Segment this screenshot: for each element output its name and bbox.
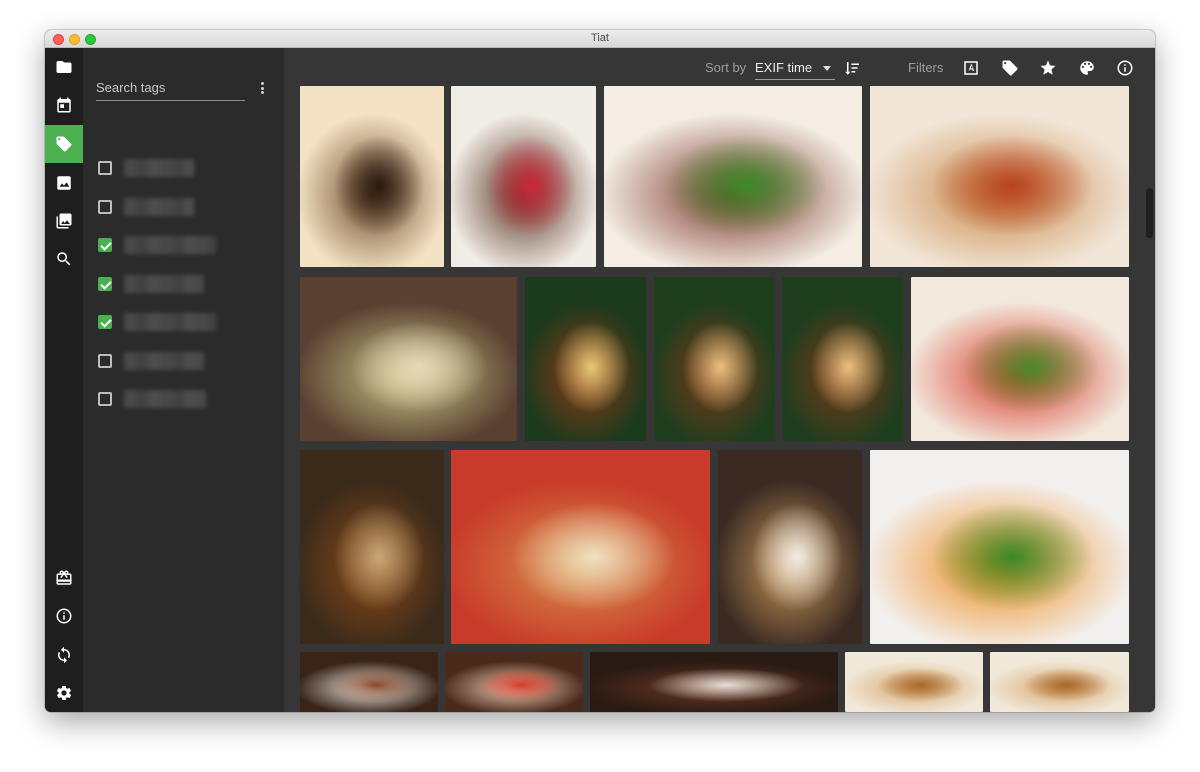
tag-checkbox[interactable] bbox=[98, 392, 112, 406]
tag-search bbox=[96, 77, 245, 101]
photo-thumbnail-salad-plate[interactable] bbox=[911, 277, 1129, 441]
tag-label-redacted bbox=[124, 313, 216, 331]
photo-thumbnail-pastry-2[interactable] bbox=[990, 652, 1129, 712]
photo-thumbnail-bread-tomato-sauce[interactable] bbox=[870, 86, 1129, 267]
photo-thumbnail-ice-cream-toast[interactable] bbox=[718, 450, 862, 644]
tag-checkbox[interactable] bbox=[98, 353, 112, 368]
nav-settings-button[interactable] bbox=[45, 674, 83, 712]
chevron-down-icon bbox=[823, 66, 831, 71]
photo-thumbnail-coffee-table[interactable] bbox=[590, 652, 838, 712]
nav-info-button[interactable] bbox=[45, 597, 83, 635]
photo-thumbnail-green-soup[interactable] bbox=[300, 277, 517, 441]
tag-row[interactable] bbox=[98, 154, 273, 182]
tag-label-redacted bbox=[124, 390, 206, 408]
photo-thumbnail-dessert-plate[interactable] bbox=[445, 652, 583, 712]
star-filter-button[interactable] bbox=[1038, 58, 1058, 78]
tag-filter-button[interactable] bbox=[1000, 58, 1020, 78]
star-filter-icon bbox=[1040, 60, 1056, 75]
photo-thumbnail-milk-glass[interactable] bbox=[300, 652, 438, 712]
tag-row[interactable] bbox=[98, 308, 273, 336]
photo-thumbnail-coffee-cup[interactable] bbox=[300, 86, 444, 267]
toolbar: Sort by EXIF time Filters bbox=[284, 48, 1155, 86]
sort-value: EXIF time bbox=[755, 60, 813, 75]
nav-calendar-button[interactable] bbox=[45, 86, 83, 124]
scrollbar-thumb[interactable] bbox=[1146, 188, 1153, 238]
text-filter-button[interactable] bbox=[961, 58, 981, 78]
tag-row[interactable] bbox=[98, 385, 273, 413]
tag-label-redacted bbox=[124, 197, 194, 216]
tag-checkbox-checked[interactable] bbox=[98, 315, 112, 329]
photo-thumbnail-egg-salad[interactable] bbox=[870, 450, 1129, 644]
tag-checkbox-checked[interactable] bbox=[98, 238, 112, 252]
calendar-icon bbox=[57, 97, 71, 113]
sort-select[interactable]: EXIF time bbox=[755, 56, 835, 80]
photo-thumbnail-beer-glass[interactable] bbox=[654, 277, 775, 441]
app-window: Tiat Search tags Sort by EXIF time Filte… bbox=[45, 30, 1155, 712]
sort-direction-button[interactable] bbox=[844, 59, 862, 77]
image-icon bbox=[57, 176, 71, 190]
tag-checkbox-checked[interactable] bbox=[98, 276, 112, 291]
tag-label-redacted bbox=[124, 274, 204, 293]
nav-rail bbox=[45, 48, 83, 712]
sort-direction-icon bbox=[845, 62, 859, 75]
tag-row[interactable] bbox=[98, 231, 273, 259]
sync-icon bbox=[58, 646, 70, 664]
photo-thumbnail-roast-beef[interactable] bbox=[604, 86, 862, 267]
nav-tags-button[interactable] bbox=[45, 125, 83, 163]
scrollbar-track[interactable] bbox=[1144, 86, 1155, 712]
filters-label: Filters bbox=[908, 60, 944, 75]
info-filter-icon bbox=[1117, 60, 1133, 76]
info-filter-button[interactable] bbox=[1115, 58, 1135, 78]
window-title: Tiat bbox=[591, 32, 609, 44]
photo-thumbnail-bread-basket[interactable] bbox=[451, 450, 710, 644]
nav-sync-button[interactable] bbox=[45, 636, 83, 674]
tag-row[interactable] bbox=[98, 270, 273, 298]
search-icon bbox=[57, 252, 71, 266]
gift-icon bbox=[56, 570, 72, 585]
photo-grid-area: Sort by EXIF time Filters bbox=[284, 48, 1155, 712]
photo-thumbnail-beer-glass-2[interactable] bbox=[782, 277, 903, 441]
text-filter-icon bbox=[964, 61, 978, 75]
nav-gallery-button[interactable] bbox=[45, 202, 83, 240]
tag-search-input[interactable] bbox=[96, 77, 245, 97]
tag-row[interactable] bbox=[98, 193, 273, 221]
info-icon bbox=[56, 608, 72, 624]
tag-menu-button[interactable] bbox=[256, 80, 268, 96]
folder-icon bbox=[56, 61, 72, 73]
photo-thumbnail-beer-table[interactable] bbox=[300, 450, 444, 644]
photo-thumbnail-beer-bottles[interactable] bbox=[525, 277, 646, 441]
color-filter-button[interactable] bbox=[1077, 58, 1097, 78]
tag-label-redacted bbox=[124, 236, 216, 254]
settings-icon bbox=[57, 685, 72, 701]
gallery-icon bbox=[56, 213, 72, 229]
nav-image-button[interactable] bbox=[45, 164, 83, 202]
tag-label-redacted bbox=[124, 351, 204, 370]
tag-label-redacted bbox=[124, 159, 194, 177]
photo-thumbnail-chocolate-cake-fruit[interactable] bbox=[451, 86, 596, 267]
tag-row[interactable] bbox=[98, 347, 273, 375]
tag-checkbox[interactable] bbox=[98, 199, 112, 214]
tag-icon bbox=[56, 136, 72, 152]
nav-gift-button[interactable] bbox=[45, 559, 83, 597]
nav-folders-button[interactable] bbox=[45, 48, 83, 86]
sort-label: Sort by bbox=[705, 60, 747, 75]
palette-filter-icon bbox=[1080, 61, 1094, 75]
tag-panel bbox=[83, 48, 284, 712]
tag-checkbox[interactable] bbox=[98, 161, 112, 175]
tag-filter-icon bbox=[1002, 60, 1018, 76]
more-vert-icon bbox=[260, 82, 264, 85]
photo-thumbnail-pastry[interactable] bbox=[845, 652, 983, 712]
nav-search-button[interactable] bbox=[45, 240, 83, 278]
titlebar: Tiat bbox=[45, 30, 1155, 48]
